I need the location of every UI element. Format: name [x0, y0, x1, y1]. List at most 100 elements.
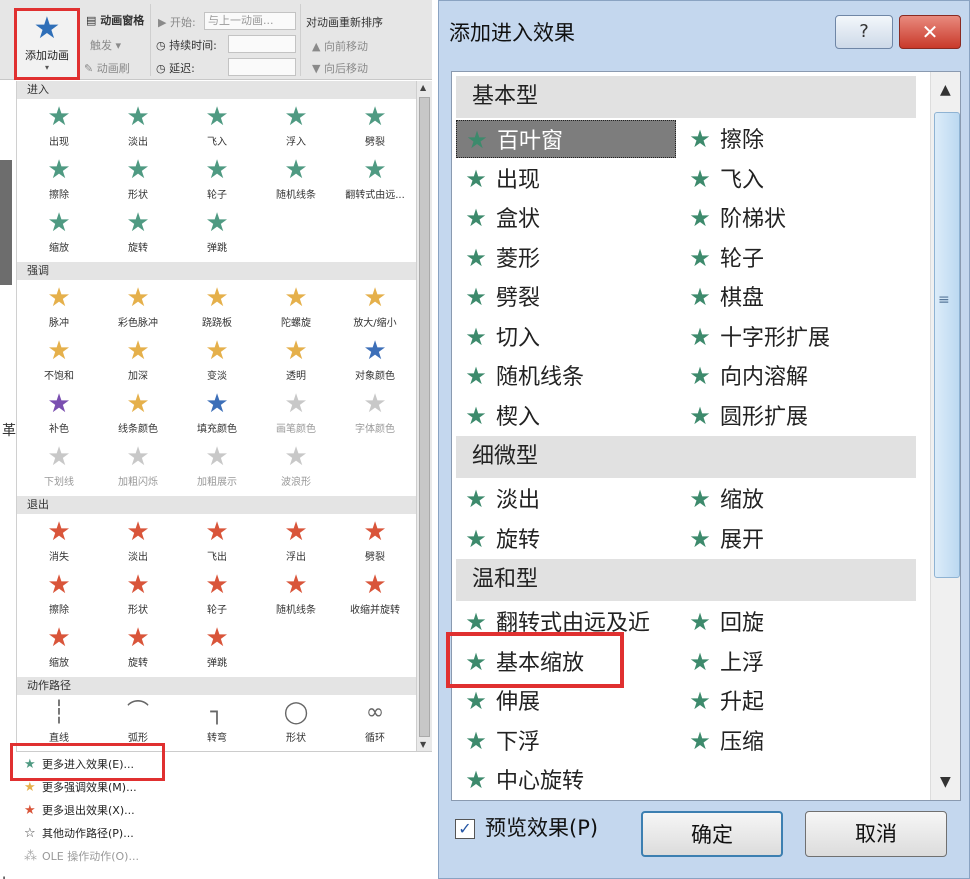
scroll-thumb[interactable]	[419, 97, 430, 737]
effect-0-10[interactable]: ★ 缩放	[19, 207, 99, 259]
effect-option[interactable]: ★ 随机线条	[456, 357, 676, 395]
effect-0-12[interactable]: ★ 弹跳	[177, 207, 257, 259]
trigger-button[interactable]: 触发 ▾	[90, 37, 121, 53]
effect-0-3[interactable]: ★ 浮入	[256, 101, 336, 153]
effect-3-4[interactable]: ∞ 循环	[335, 697, 415, 749]
effect-1-5[interactable]: ★ 不饱和	[19, 335, 99, 387]
checkmark-icon[interactable]: ✓	[455, 819, 475, 839]
effect-1-14[interactable]: ★ 字体颜色	[335, 388, 415, 440]
effect-2-12[interactable]: ★ 弹跳	[177, 622, 257, 674]
scroll-down-icon[interactable]: ▼	[420, 740, 426, 749]
effect-option[interactable]: ★ 圆形扩展	[680, 397, 920, 435]
effect-2-2[interactable]: ★ 飞出	[177, 516, 257, 568]
effect-option[interactable]: ★ 盒状	[456, 199, 676, 237]
scroll-down-icon[interactable]: ▼	[940, 774, 951, 790]
more-effects-item[interactable]: ⁂ OLE 操作动作(O)...	[24, 846, 139, 868]
effect-option[interactable]: ★ 压缩	[680, 722, 920, 760]
effect-1-6[interactable]: ★ 加深	[98, 335, 178, 387]
gallery-scrollbar[interactable]: ▲ ▼	[416, 81, 432, 751]
effect-0-6[interactable]: ★ 形状	[98, 154, 178, 206]
effect-option[interactable]: ★ 菱形	[456, 239, 676, 277]
effect-option[interactable]: ★ 擦除	[680, 120, 920, 158]
effect-option[interactable]: ★ 阶梯状	[680, 199, 920, 237]
effect-1-11[interactable]: ★ 线条颜色	[98, 388, 178, 440]
effect-option[interactable]: ★ 棋盘	[680, 278, 920, 316]
ok-button[interactable]: 确定	[641, 811, 783, 857]
effect-0-7[interactable]: ★ 轮子	[177, 154, 257, 206]
effect-3-1[interactable]: ⌒ 弧形	[98, 697, 178, 749]
effects-scrollbar[interactable]: ▲ ≡ ▼	[930, 72, 960, 800]
effect-1-8[interactable]: ★ 透明	[256, 335, 336, 387]
effect-option[interactable]: ★ 旋转	[456, 520, 676, 558]
effect-0-8[interactable]: ★ 随机线条	[256, 154, 336, 206]
scroll-up-icon[interactable]: ▲	[940, 82, 951, 98]
effect-0-4[interactable]: ★ 劈裂	[335, 101, 415, 153]
effect-2-9[interactable]: ★ 收缩并旋转	[335, 569, 415, 621]
effect-option[interactable]: ★ 楔入	[456, 397, 676, 435]
effect-option[interactable]: ★ 飞入	[680, 160, 920, 198]
effect-0-2[interactable]: ★ 飞入	[177, 101, 257, 153]
effect-1-10[interactable]: ★ 补色	[19, 388, 99, 440]
effect-2-7[interactable]: ★ 轮子	[177, 569, 257, 621]
effect-2-0[interactable]: ★ 消失	[19, 516, 99, 568]
animation-pane-button[interactable]: ▤ 动画窗格	[86, 12, 144, 28]
preview-checkbox[interactable]: ✓ 预览效果(P)	[455, 813, 598, 843]
effect-option[interactable]: ★ 缩放	[680, 480, 920, 518]
effect-option[interactable]: ★ 向内溶解	[680, 357, 920, 395]
effect-1-1[interactable]: ★ 彩色脉冲	[98, 282, 178, 334]
effect-option[interactable]: ★ 百叶窗	[456, 120, 676, 158]
effect-option[interactable]: ★ 劈裂	[456, 278, 676, 316]
effect-0-11[interactable]: ★ 旋转	[98, 207, 178, 259]
delay-stepper[interactable]	[228, 58, 296, 76]
move-later-button[interactable]: ▼ 向后移动	[312, 60, 368, 76]
effect-2-10[interactable]: ★ 缩放	[19, 622, 99, 674]
effect-option[interactable]: ★ 升起	[680, 682, 920, 720]
effect-1-17[interactable]: ★ 加粗展示	[177, 441, 257, 493]
effect-2-3[interactable]: ★ 浮出	[256, 516, 336, 568]
effect-option[interactable]: ★ 淡出	[456, 480, 676, 518]
effect-1-18[interactable]: ★ 波浪形	[256, 441, 336, 493]
effect-1-2[interactable]: ★ 跷跷板	[177, 282, 257, 334]
effect-2-8[interactable]: ★ 随机线条	[256, 569, 336, 621]
help-button[interactable]: ?	[835, 15, 893, 49]
effect-2-1[interactable]: ★ 淡出	[98, 516, 178, 568]
effect-option[interactable]: ★ 十字形扩展	[680, 318, 920, 356]
effect-1-0[interactable]: ★ 脉冲	[19, 282, 99, 334]
cancel-button[interactable]: 取消	[805, 811, 947, 857]
effect-option[interactable]: ★ 上浮	[680, 643, 920, 681]
scroll-thumb[interactable]	[934, 112, 960, 578]
effect-0-9[interactable]: ★ 翻转式由远...	[335, 154, 415, 206]
effect-2-5[interactable]: ★ 擦除	[19, 569, 99, 621]
effect-1-4[interactable]: ★ 放大/缩小	[335, 282, 415, 334]
effect-2-4[interactable]: ★ 劈裂	[335, 516, 415, 568]
more-effects-item[interactable]: ☆ 其他动作路径(P)...	[24, 823, 134, 845]
animation-painter-button[interactable]: ✎ 动画刷	[84, 60, 130, 76]
effects-listbox[interactable]: ▲ ≡ ▼ 基本型 ★ 百叶窗 ★ 擦除 ★ 出现 ★ 飞入 ★ 盒状 ★ 阶梯状 ★ 菱形 ★ 轮子 ★ 劈裂 ★ 棋…	[451, 71, 961, 801]
effect-3-3[interactable]: ◯ 形状	[256, 697, 336, 749]
effect-option[interactable]: ★ 下浮	[456, 722, 676, 760]
effect-0-1[interactable]: ★ 淡出	[98, 101, 178, 153]
effect-1-15[interactable]: ★ 下划线	[19, 441, 99, 493]
effect-option[interactable]: ★ 展开	[680, 520, 920, 558]
duration-stepper[interactable]	[228, 35, 296, 53]
effect-2-11[interactable]: ★ 旋转	[98, 622, 178, 674]
effect-1-9[interactable]: ★ 对象颜色	[335, 335, 415, 387]
effect-option[interactable]: ★ 出现	[456, 160, 676, 198]
move-earlier-button[interactable]: ▲ 向前移动	[312, 38, 368, 54]
add-animation-button[interactable]: ★ 添加动画 ▾	[14, 8, 80, 80]
start-dropdown[interactable]: 与上一动画...	[204, 12, 296, 30]
close-button[interactable]: ✕	[899, 15, 961, 49]
effect-1-3[interactable]: ★ 陀螺旋	[256, 282, 336, 334]
more-effects-item[interactable]: ★ 更多退出效果(X)...	[24, 800, 135, 822]
effect-1-13[interactable]: ★ 画笔颜色	[256, 388, 336, 440]
effect-1-12[interactable]: ★ 填充颜色	[177, 388, 257, 440]
effect-0-5[interactable]: ★ 擦除	[19, 154, 99, 206]
effect-option[interactable]: ★ 回旋	[680, 603, 920, 641]
effect-3-0[interactable]: ┆ 直线	[19, 697, 99, 749]
effect-option[interactable]: ★ 切入	[456, 318, 676, 356]
effect-1-16[interactable]: ★ 加粗闪烁	[98, 441, 178, 493]
effect-option[interactable]: ★ 轮子	[680, 239, 920, 277]
effect-2-6[interactable]: ★ 形状	[98, 569, 178, 621]
effect-1-7[interactable]: ★ 变淡	[177, 335, 257, 387]
effect-option[interactable]: ★ 中心旋转	[456, 761, 676, 799]
